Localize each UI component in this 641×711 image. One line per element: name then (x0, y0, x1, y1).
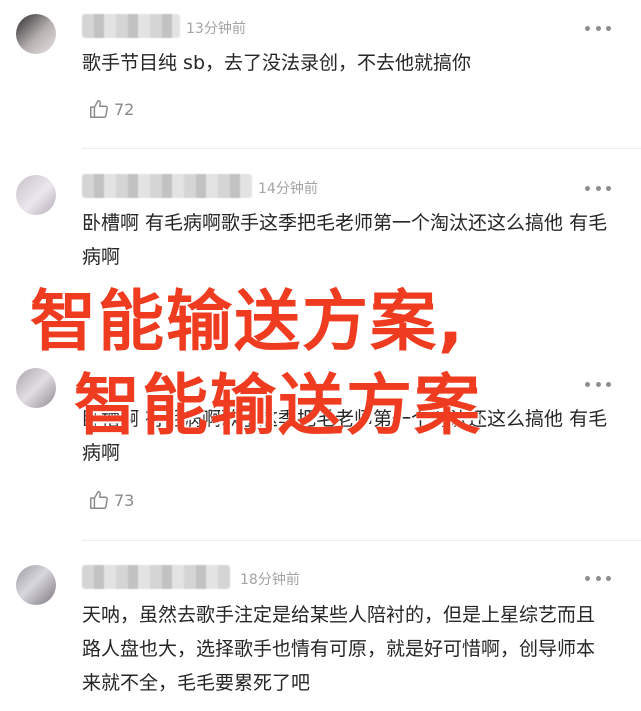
overlay-headline-2: 智能输送方案 (74, 367, 482, 444)
avatar[interactable] (16, 565, 56, 605)
username-blurred[interactable] (82, 174, 252, 198)
like-button[interactable]: 73 (88, 488, 134, 512)
like-count: 72 (114, 99, 135, 119)
comment-time: 14分钟前 (258, 181, 318, 197)
divider (82, 148, 641, 149)
avatar[interactable] (16, 368, 56, 408)
comment-time: 13分钟前 (186, 21, 246, 37)
like-button[interactable]: 72 (88, 97, 134, 121)
comment-text: 天呐，虽然去歌手注定是给某些人陪衬的，但是上星综艺而且路人盘也大，选择歌手也情有… (82, 604, 596, 694)
more-dots-icon[interactable] (585, 380, 611, 388)
username-blurred[interactable] (82, 565, 230, 589)
username-blurred[interactable] (82, 14, 180, 38)
overlay-headline-1: 智能输送方案, (30, 283, 466, 360)
avatar[interactable] (16, 14, 56, 54)
comment-text: 歌手节目纯 sb，去了没法录创，不去他就搞你 (82, 52, 472, 74)
like-count: 73 (114, 490, 135, 510)
comment-text: 卧槽啊 有毛病啊歌手这季把毛老师第一个淘汰还这么搞他 有毛病啊 (82, 212, 608, 268)
divider (82, 540, 641, 541)
avatar[interactable] (16, 175, 56, 215)
more-dots-icon[interactable] (585, 24, 611, 32)
thumbs-up-icon (90, 100, 108, 118)
more-dots-icon[interactable] (585, 574, 611, 582)
thumbs-up-icon (90, 491, 108, 509)
more-dots-icon[interactable] (585, 184, 611, 192)
comment-time: 18分钟前 (240, 572, 300, 588)
